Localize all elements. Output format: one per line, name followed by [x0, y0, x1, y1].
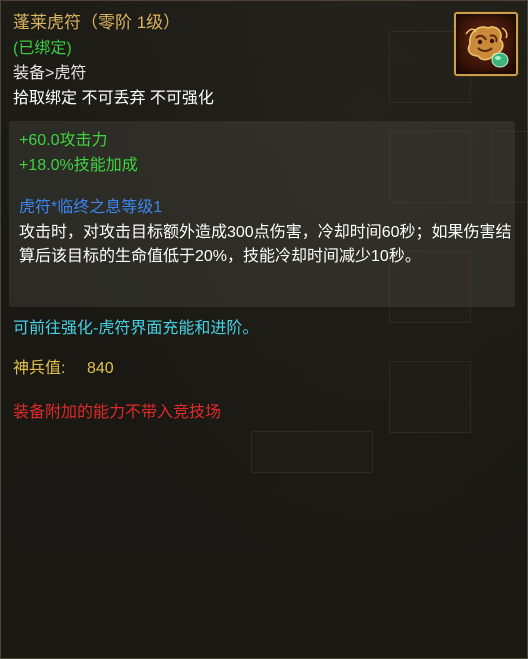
item-category: 装备>虎符 [13, 65, 87, 82]
bound-status: (已绑定) [13, 40, 72, 57]
item-tooltip: 蓬莱虎符（零阶 1级） (已绑定) 装备>虎符 拾取绑定 不可丢弃 不可强化 +… [0, 0, 528, 659]
divine-power-label: 神兵值: [13, 360, 66, 377]
stat-skill-bonus: +18.0%技能加成 [19, 157, 138, 174]
skill-description: 攻击时，对攻击目标额外造成300点伤害，冷却时间60秒；如果伤害结算后该目标的生… [19, 224, 512, 265]
skill-name: 虎符*临终之息等级1 [19, 199, 163, 216]
stat-attack: +60.0攻击力 [19, 132, 108, 149]
item-name: 蓬莱虎符（零阶 1级） [13, 13, 181, 32]
divine-power-value: 840 [87, 360, 114, 377]
item-restrictions: 拾取绑定 不可丢弃 不可强化 [13, 90, 214, 107]
tiger-talisman-icon [454, 12, 518, 76]
upgrade-hint: 可前往强化-虎符界面充能和进阶。 [13, 320, 259, 337]
arena-warning: 装备附加的能力不带入竞技场 [13, 404, 222, 421]
